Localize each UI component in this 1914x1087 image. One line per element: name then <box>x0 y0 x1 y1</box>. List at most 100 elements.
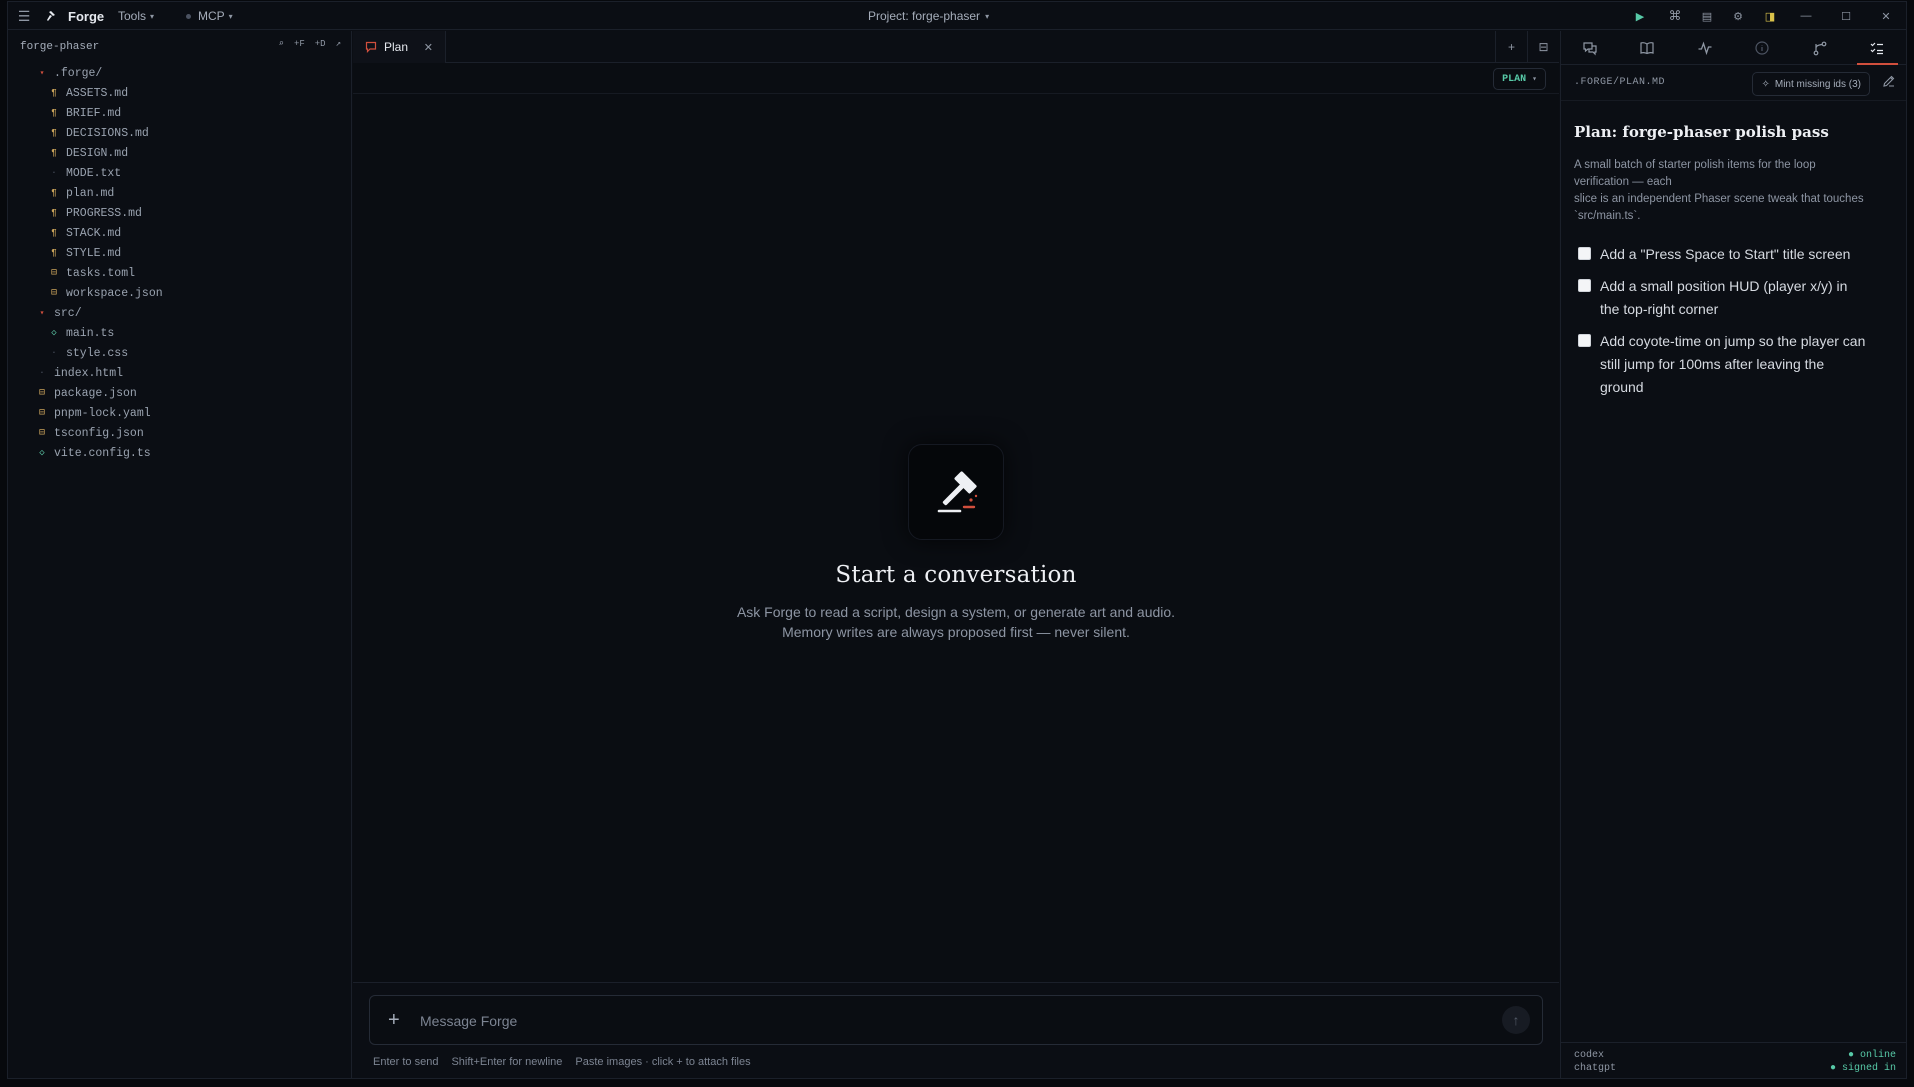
tab-plan[interactable]: Plan ✕ <box>353 31 446 63</box>
task-text: Add a "Press Space to Start" title scree… <box>1600 246 1851 262</box>
provider-status-text: ● signed in <box>1829 1063 1896 1074</box>
plan-checklist: Add a "Press Space to Start" title scree… <box>1574 243 1892 399</box>
tab-tasks[interactable] <box>1849 31 1907 65</box>
hint-attach: Paste images · click + to attach files <box>575 1056 751 1068</box>
tree-file[interactable]: ¶ ASSETS.md <box>8 83 351 103</box>
run-icon[interactable]: ▶ <box>1630 2 1650 30</box>
file-icon: ⊟ <box>38 388 46 399</box>
tree-file[interactable]: · MODE.txt <box>8 163 351 183</box>
workspace-name: forge-phaser <box>20 41 100 53</box>
edit-pencil-icon[interactable] <box>1882 74 1896 93</box>
plan-item: Add a small position HUD (player x/y) in… <box>1574 275 1892 321</box>
split-view-icon[interactable]: ⊟ <box>1527 31 1559 63</box>
mint-missing-ids-button[interactable]: ✧ Mint missing ids (3) <box>1752 72 1870 96</box>
tree-item-label: tasks.toml <box>66 266 136 280</box>
collapse-icon[interactable]: ↗ <box>336 39 341 49</box>
chevron-down-icon: ▾ <box>228 11 233 21</box>
info-icon <box>1755 40 1769 55</box>
tree-item-label: workspace.json <box>66 286 163 300</box>
chat-pane: Plan ✕ + ⊟ PLAN ▾ Start a conversation A… <box>353 31 1559 1078</box>
new-folder-button[interactable]: +D <box>315 39 326 49</box>
plan-pane: .FORGE/PLAN.MD ✧ Mint missing ids (3) Pl… <box>1560 31 1906 1078</box>
file-icon: ¶ <box>51 248 57 258</box>
tab-git[interactable] <box>1791 31 1849 64</box>
tree-file[interactable]: ¶ BRIEF.md <box>8 103 351 123</box>
file-explorer-header: forge-phaser ⌕ +F +D ↗ <box>20 39 341 55</box>
new-tab-icon[interactable]: + <box>1495 31 1527 63</box>
mode-selector[interactable]: PLAN ▾ <box>1493 68 1546 90</box>
chats-icon <box>1583 41 1597 55</box>
chevron-down-icon: ▾ <box>985 11 990 21</box>
minimize-icon[interactable]: — <box>1796 2 1816 30</box>
tree-file[interactable]: ¶ DESIGN.md <box>8 143 351 163</box>
attach-plus-icon[interactable]: + <box>388 1009 400 1031</box>
message-input[interactable] <box>420 1010 1220 1032</box>
provider-status-text: ● online <box>1847 1050 1896 1061</box>
menu-mcp-label: MCP <box>198 9 225 23</box>
plan-description-line: slice is an independent Phaser scene twe… <box>1574 193 1864 205</box>
tab-docs[interactable] <box>1619 31 1677 64</box>
search-files-icon[interactable]: ⌕ <box>279 39 284 49</box>
empty-state-title: Start a conversation <box>835 562 1077 588</box>
menu-tools[interactable]: Tools ▾ <box>118 2 154 30</box>
layout-toggle-icon[interactable]: ◨ <box>1760 2 1780 30</box>
menu-mcp[interactable]: MCP ▾ <box>186 2 233 30</box>
chat-bubble-icon <box>365 41 377 53</box>
send-arrow-icon[interactable]: ↑ <box>1502 1006 1530 1034</box>
tree-file[interactable]: ◇ vite.config.ts <box>8 443 351 463</box>
file-icon: · <box>51 348 57 358</box>
project-switcher[interactable]: Project: forge-phaser ▾ <box>868 2 989 30</box>
activity-icon <box>1698 40 1712 55</box>
file-icon: ¶ <box>51 208 57 218</box>
composer: + ↑ Enter to send Shift+Enter for newlin… <box>353 982 1559 1078</box>
tree-file[interactable]: ⊟ package.json <box>8 383 351 403</box>
new-file-button[interactable]: +F <box>294 39 305 49</box>
tree-file[interactable]: · index.html <box>8 363 351 383</box>
tree-file[interactable]: ⊟ pnpm-lock.yaml <box>8 403 351 423</box>
file-tree: ▾ .forge/ ¶ ASSETS.md ¶ BRIEF.md ¶ DECISIONS.md… <box>8 63 351 463</box>
tree-file[interactable]: ¶ STACK.md <box>8 223 351 243</box>
tree-item-label: vite.config.ts <box>54 446 151 460</box>
tree-folder[interactable]: ▾ src/ <box>8 303 351 323</box>
task-checkbox[interactable] <box>1578 334 1591 347</box>
tree-item-label: ASSETS.md <box>66 86 129 100</box>
tab-chats[interactable] <box>1561 31 1619 64</box>
plan-item: Add coyote-time on jump so the player ca… <box>1574 330 1892 399</box>
tree-folder[interactable]: ▾ .forge/ <box>8 63 351 83</box>
tree-item-label: style.css <box>66 346 129 360</box>
tree-file[interactable]: ◇ main.ts <box>8 323 351 343</box>
tab-info[interactable] <box>1734 31 1792 64</box>
tree-file[interactable]: ¶ PROGRESS.md <box>8 203 351 223</box>
forge-hammer-logo <box>908 444 1004 540</box>
task-text: Add coyote-time on jump so the player ca… <box>1600 333 1866 395</box>
tab-activity[interactable] <box>1676 31 1734 64</box>
tree-file[interactable]: ⊟ tsconfig.json <box>8 423 351 443</box>
tab-plan-label: Plan <box>384 40 409 54</box>
maximize-icon[interactable]: ☐ <box>1836 2 1856 30</box>
settings-icon[interactable]: ⚙ <box>1728 2 1748 30</box>
tree-item-label: plan.md <box>66 186 115 200</box>
file-icon: ¶ <box>51 128 57 138</box>
file-icon: ¶ <box>51 108 57 118</box>
forge-logo-icon <box>45 2 59 30</box>
tab-bar: Plan ✕ + ⊟ <box>353 31 1559 63</box>
menu-tools-label: Tools <box>118 9 147 23</box>
tree-file[interactable]: ¶ STYLE.md <box>8 243 351 263</box>
close-tab-icon[interactable]: ✕ <box>424 41 433 54</box>
close-window-icon[interactable]: ✕ <box>1876 2 1896 30</box>
tree-file[interactable]: ¶ plan.md <box>8 183 351 203</box>
tree-file[interactable]: · style.css <box>8 343 351 363</box>
file-icon: ¶ <box>51 228 57 238</box>
hamburger-menu-icon[interactable]: ☰ <box>16 2 32 30</box>
tree-file[interactable]: ¶ DECISIONS.md <box>8 123 351 143</box>
plan-title: Plan: forge-phaser polish pass <box>1574 123 1829 141</box>
command-icon[interactable]: ⌘ <box>1665 2 1685 30</box>
task-checkbox[interactable] <box>1578 279 1591 292</box>
tree-item-label: PROGRESS.md <box>66 206 142 220</box>
file-icon: ⊟ <box>38 428 46 439</box>
task-checkbox[interactable] <box>1578 247 1591 260</box>
tree-item-label: DESIGN.md <box>66 146 129 160</box>
tree-file[interactable]: ⊟ workspace.json <box>8 283 351 303</box>
tree-file[interactable]: ⊟ tasks.toml <box>8 263 351 283</box>
list-icon[interactable]: ▤ <box>1697 2 1717 30</box>
